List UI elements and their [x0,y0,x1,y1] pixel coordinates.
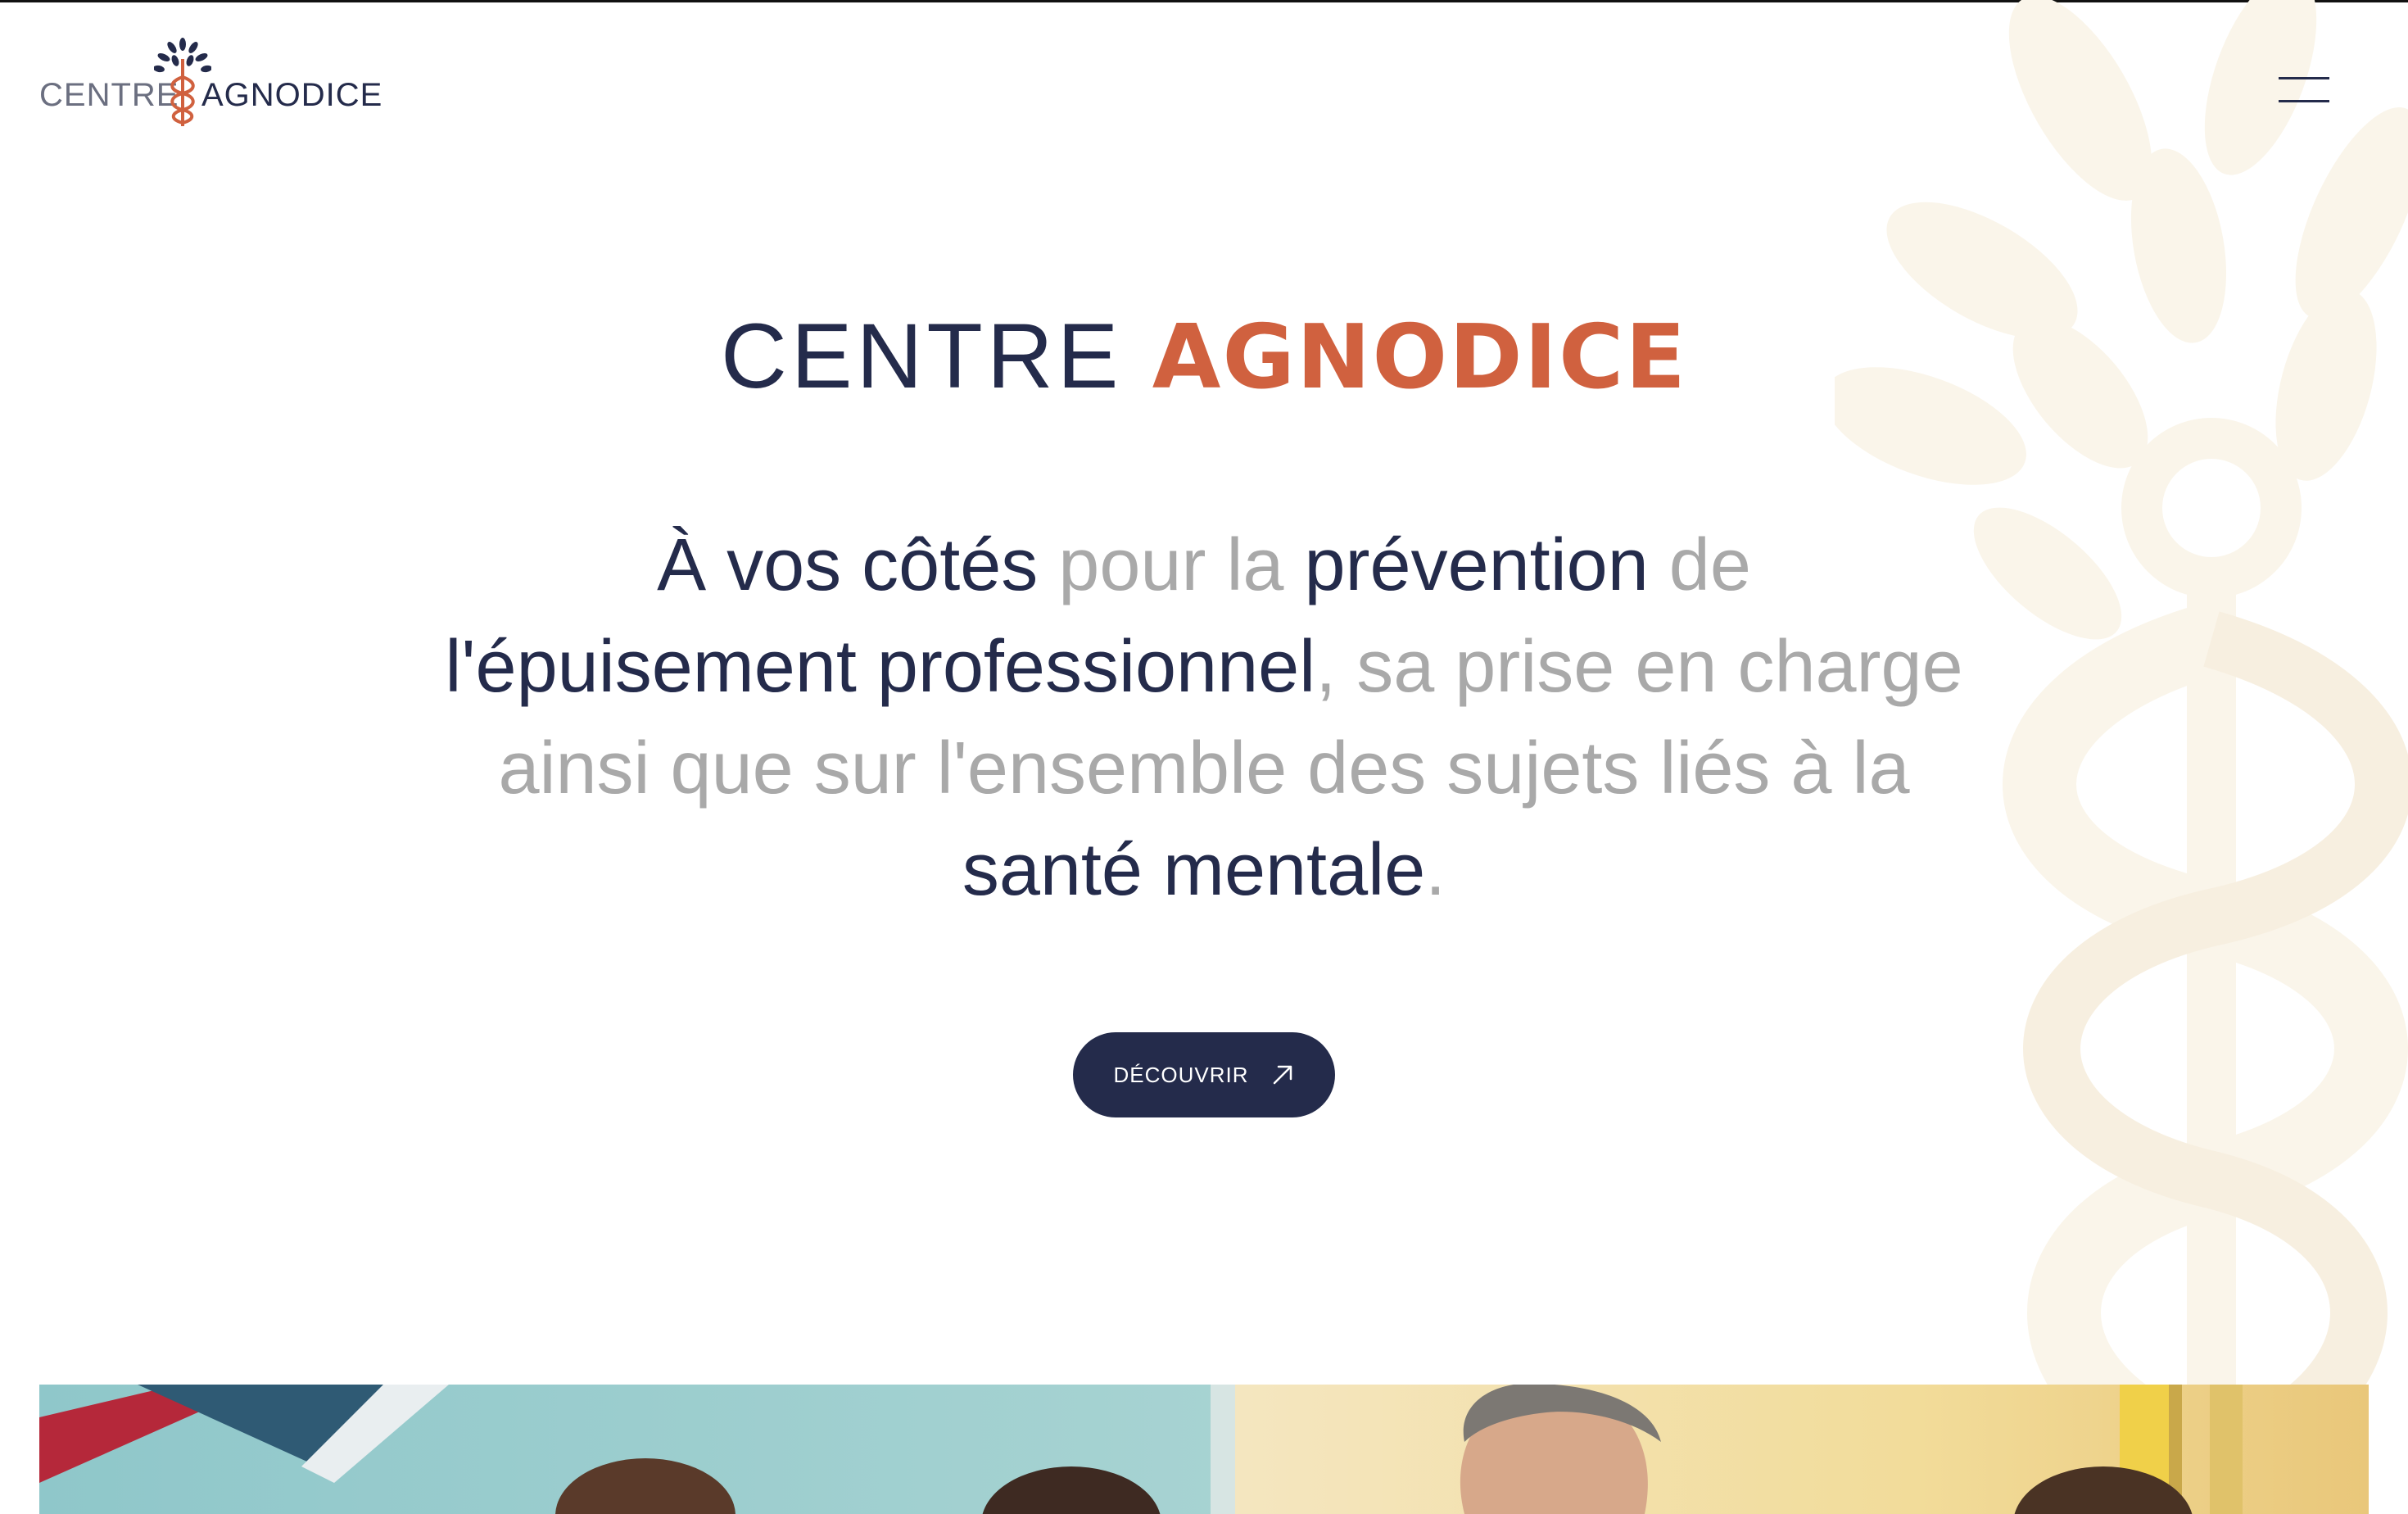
tagline-emphasis: l'épuisement professionnel [445,626,1316,708]
tagline-line: À vos côtés pour la prévention de [360,514,2048,616]
tagline-text: , sa prise en charge [1315,626,1963,708]
decouvrir-button[interactable]: DÉCOUVRIR [1073,1032,1335,1117]
tagline-line: santé mentale. [360,819,2048,921]
hamburger-line [2279,100,2329,102]
hero-title-agnodice: AGNODICE [1152,306,1688,409]
tagline-emphasis: santé mentale [962,829,1426,911]
hero-title: CENTRE AGNODICE [0,303,2408,411]
tagline-line: l'épuisement professionnel, sa prise en … [360,616,2048,718]
tagline-text: ainsi que sur l'ensemble des sujets liés… [498,728,1910,809]
decouvrir-button-label: DÉCOUVRIR [1113,1062,1249,1087]
hamburger-menu-icon[interactable] [2279,74,2329,107]
logo-text-agnodice: AGNODICE [201,77,383,113]
tagline-text: pour la [1038,524,1305,606]
hero-title-centre: CENTRE [720,305,1123,407]
hero-tagline: À vos côtés pour la prévention de l'épui… [360,514,2048,921]
tagline-emphasis: À vos côtés [657,524,1039,606]
hamburger-line [2279,77,2329,79]
arrow-up-right-icon [1273,1065,1292,1085]
tagline-emphasis: prévention [1304,524,1649,606]
site-logo[interactable]: CENTRE AGNODICE [39,36,383,128]
tagline-text: de [1648,524,1751,606]
tagline-line: ainsi que sur l'ensemble des sujets liés… [360,718,2048,819]
tagline-text: . [1425,829,1446,911]
team-meeting-photo [39,1385,2369,1514]
